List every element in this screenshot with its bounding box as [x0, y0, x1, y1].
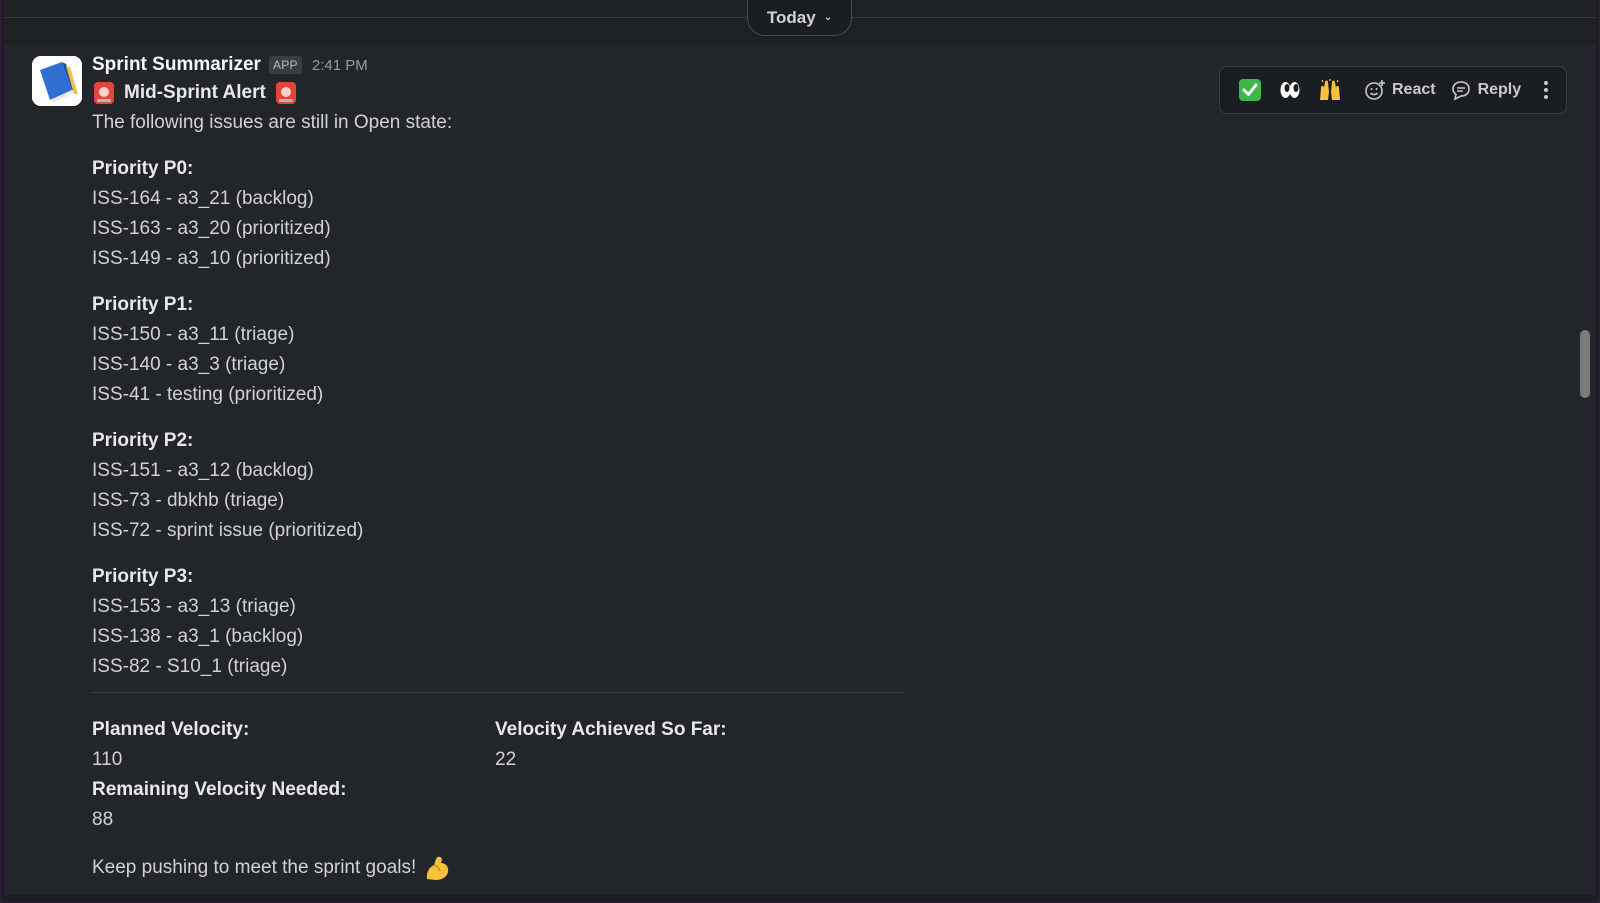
add-reaction-icon: [1365, 80, 1385, 100]
issue-item: ISS-163 - a3_20 (prioritized): [92, 218, 331, 239]
issue-item: ISS-72 - sprint issue (prioritized): [92, 520, 364, 541]
chevron-down-icon: ⌄: [823, 12, 833, 23]
message-actions-toolbar: React Reply: [1219, 66, 1567, 114]
avatar[interactable]: [32, 56, 82, 106]
message-row[interactable]: Sprint Summarizer APP 2:41 PM Mid-Sprint…: [4, 44, 1596, 895]
flexed-biceps-icon: [427, 856, 449, 880]
issue-item: ISS-149 - a3_10 (prioritized): [92, 248, 331, 269]
achieved-velocity-value: 22: [495, 749, 517, 770]
message-content: Sprint Summarizer APP 2:41 PM Mid-Sprint…: [92, 52, 992, 883]
closing-text: Keep pushing to meet the sprint goals!: [92, 857, 417, 878]
alert-title-line: Mid-Sprint Alert: [92, 78, 992, 108]
app-frame: Today ⌄ Sprint Summarizer APP 2:41 PM Mi…: [0, 0, 1600, 903]
priority-group: Priority P2: ISS-151 - a3_12 (backlog) I…: [92, 426, 992, 546]
reply-thread-icon: [1451, 81, 1470, 101]
react-label: React: [1392, 81, 1436, 98]
raised-hands-icon[interactable]: [1318, 78, 1342, 102]
remaining-velocity-value: 88: [92, 809, 114, 830]
priority-heading: Priority P3:: [92, 566, 194, 587]
scrollbar-thumb[interactable]: [1580, 330, 1590, 398]
remaining-velocity-field: Remaining Velocity Needed: 88: [92, 775, 346, 835]
message-timestamp[interactable]: 2:41 PM: [312, 57, 368, 74]
message-header: Sprint Summarizer APP 2:41 PM: [92, 52, 992, 78]
check-mark-icon[interactable]: [1238, 78, 1262, 102]
section-divider: [92, 692, 905, 693]
issue-item: ISS-151 - a3_12 (backlog): [92, 460, 314, 481]
reply-label: Reply: [1477, 81, 1522, 98]
velocity-fields: Planned Velocity: 110 Velocity Achieved …: [92, 715, 992, 839]
reply-button[interactable]: Reply: [1450, 79, 1522, 101]
issue-item: ISS-73 - dbkhb (triage): [92, 490, 285, 511]
eyes-icon[interactable]: [1278, 78, 1302, 102]
issue-item: ISS-150 - a3_11 (triage): [92, 324, 295, 345]
priority-heading: Priority P1:: [92, 294, 194, 315]
date-label: Today: [766, 7, 816, 27]
app-badge: APP: [268, 56, 302, 74]
alert-title: Mid-Sprint Alert: [124, 82, 266, 103]
closing-line: Keep pushing to meet the sprint goals!: [92, 853, 992, 883]
more-actions-icon[interactable]: [1543, 79, 1549, 101]
issue-item: ISS-138 - a3_1 (backlog): [92, 626, 304, 647]
remaining-velocity-label: Remaining Velocity Needed:: [92, 779, 347, 800]
issue-item: ISS-82 - S10_1 (triage): [92, 656, 288, 677]
priority-group: Priority P0: ISS-164 - a3_21 (backlog) I…: [92, 154, 992, 274]
react-button[interactable]: React: [1364, 79, 1436, 101]
planned-velocity-field: Planned Velocity: 110: [92, 715, 249, 775]
issue-item: ISS-41 - testing (prioritized): [92, 384, 324, 405]
rotating-light-icon: [94, 82, 114, 104]
priority-heading: Priority P0:: [92, 158, 194, 179]
planned-velocity-value: 110: [92, 749, 123, 770]
issue-item: ISS-153 - a3_13 (triage): [92, 596, 296, 617]
issue-item: ISS-140 - a3_3 (triage): [92, 354, 286, 375]
priority-group: Priority P1: ISS-150 - a3_11 (triage) IS…: [92, 290, 992, 410]
priority-heading: Priority P2:: [92, 430, 194, 451]
intro-text: The following issues are still in Open s…: [92, 112, 453, 133]
date-divider-button[interactable]: Today ⌄: [747, 0, 852, 36]
rotating-light-icon: [275, 82, 296, 104]
planned-velocity-label: Planned Velocity:: [92, 719, 250, 740]
priority-group: Priority P3: ISS-153 - a3_13 (triage) IS…: [92, 562, 992, 682]
sender-name[interactable]: Sprint Summarizer: [92, 54, 261, 76]
issue-item: ISS-164 - a3_21 (backlog): [92, 188, 314, 209]
achieved-velocity-label: Velocity Achieved So Far:: [495, 719, 727, 740]
achieved-velocity-field: Velocity Achieved So Far: 22: [495, 715, 727, 775]
notebook-icon: [32, 56, 82, 106]
